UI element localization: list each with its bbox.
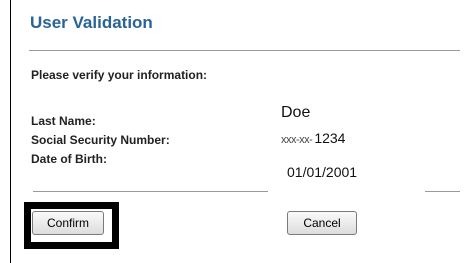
dob-label: Date of Birth:: [31, 152, 107, 166]
ssn-value: xxx-xx- 1234: [281, 130, 345, 148]
instruction-text: Please verify your information:: [31, 68, 208, 82]
title-divider: [29, 50, 460, 51]
last-name-label: Last Name:: [31, 114, 96, 128]
form-divider-left: [33, 191, 268, 192]
page-title: User Validation: [30, 13, 153, 32]
ssn-last4: 1234: [314, 130, 346, 146]
ssn-mask: xxx-xx-: [281, 134, 313, 146]
confirm-button[interactable]: Confirm: [32, 211, 104, 235]
last-name-value: Doe: [281, 104, 311, 121]
dob-value: 01/01/2001: [287, 164, 358, 180]
ssn-label: Social Security Number:: [31, 133, 170, 147]
form-divider-right: [425, 191, 460, 192]
cancel-button[interactable]: Cancel: [287, 211, 357, 235]
frame-border: [10, 0, 11, 263]
